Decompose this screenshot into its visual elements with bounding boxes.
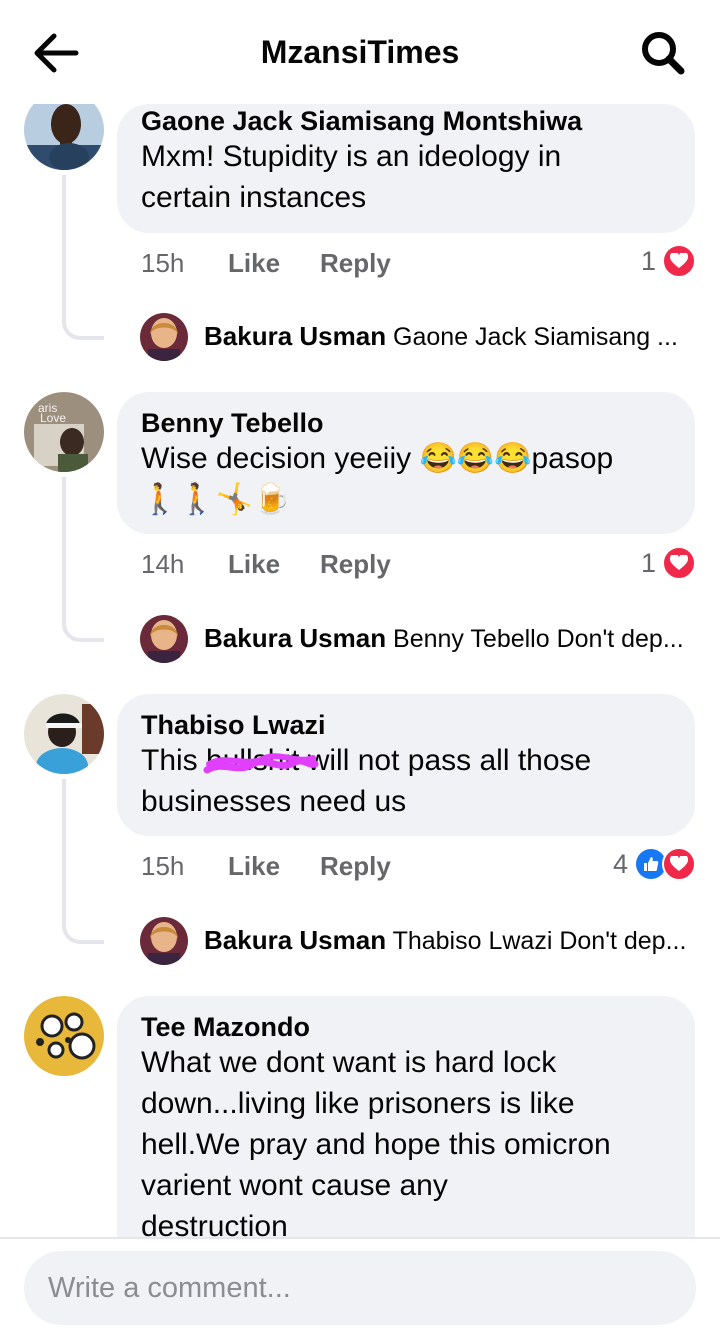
reply-text: Bakura Usman Benny Tebello Don't dep... xyxy=(204,623,696,654)
reply-preview[interactable]: Bakura Usman Benny Tebello Don't dep... xyxy=(140,615,700,665)
comment-bubble[interactable]: Gaone Jack Siamisang Montshiwa Mxm! Stup… xyxy=(117,104,695,233)
reaction-count: 1 xyxy=(640,547,656,578)
search-button[interactable] xyxy=(636,28,690,78)
reply-snippet: Benny Tebello Don't dep... xyxy=(393,625,684,653)
reply-author[interactable]: Bakura Usman xyxy=(204,321,386,351)
comment-composer xyxy=(0,1237,720,1336)
comment-author[interactable]: Gaone Jack Siamisang Montshiwa xyxy=(141,106,671,136)
avatar[interactable]: aris Love xyxy=(24,392,104,472)
comment-time: 15h xyxy=(141,248,185,278)
thread-branch xyxy=(62,310,104,340)
reply-button[interactable]: Reply xyxy=(320,248,391,279)
comment-author[interactable]: Benny Tebello xyxy=(141,408,671,438)
comment-author[interactable]: Thabiso Lwazi xyxy=(141,710,671,740)
thread-branch xyxy=(62,914,104,944)
reply-preview[interactable]: Bakura Usman Thabiso Lwazi Don't dep... xyxy=(140,917,700,967)
comment-text: Wise decision yeeiiy 😂😂😂pasop 🚶🚶🤸🍺 xyxy=(141,442,614,516)
like-button[interactable]: Like xyxy=(228,549,280,580)
comment-author[interactable]: Tee Mazondo xyxy=(141,1012,671,1042)
redaction-scribble xyxy=(203,753,319,774)
comment-bubble[interactable]: Benny Tebello Wise decision yeeiiy 😂😂😂pa… xyxy=(117,392,695,534)
reply-snippet: Gaone Jack Siamisang ... xyxy=(393,323,678,351)
comment-time: 15h xyxy=(141,851,185,881)
reply-button[interactable]: Reply xyxy=(320,549,391,580)
comment-time: 14h xyxy=(141,549,185,579)
top-bar: MzansiTimes xyxy=(0,0,720,104)
svg-text:Love: Love xyxy=(40,411,66,425)
reply-preview[interactable]: Bakura Usman Gaone Jack Siamisang ... xyxy=(140,313,700,363)
reply-button[interactable]: Reply xyxy=(320,851,391,882)
like-button[interactable]: Like xyxy=(228,248,280,279)
heart-icon xyxy=(662,847,696,881)
thread-line xyxy=(62,477,66,617)
reaction-count: 1 xyxy=(640,245,656,276)
reply-author[interactable]: Bakura Usman xyxy=(204,623,386,653)
comment-text: Mxm! Stupidity is an ideology in certain… xyxy=(141,140,562,214)
avatar[interactable] xyxy=(140,917,188,965)
like-button[interactable]: Like xyxy=(228,851,280,882)
reaction-summary[interactable]: 1 xyxy=(641,543,696,583)
avatar[interactable] xyxy=(24,694,104,774)
comment-text: What we dont want is hard lock down...li… xyxy=(141,1046,611,1243)
comment-bubble[interactable]: Thabiso Lwazi This bullshit will not pas… xyxy=(117,694,695,836)
reply-text: Bakura Usman Thabiso Lwazi Don't dep... xyxy=(204,925,696,956)
thread-line xyxy=(62,175,66,315)
reply-snippet: Thabiso Lwazi Don't dep... xyxy=(392,927,687,955)
thread-branch xyxy=(62,612,104,642)
thread-line xyxy=(62,779,66,919)
heart-icon xyxy=(662,244,696,278)
page-title: MzansiTimes xyxy=(260,34,460,70)
avatar[interactable] xyxy=(140,313,188,361)
avatar[interactable] xyxy=(140,615,188,663)
avatar[interactable] xyxy=(24,996,104,1076)
reply-text: Bakura Usman Gaone Jack Siamisang ... xyxy=(204,321,696,352)
reaction-count: 4 xyxy=(612,848,628,879)
reply-author[interactable]: Bakura Usman xyxy=(204,925,386,955)
search-icon xyxy=(642,32,685,75)
comment-input[interactable] xyxy=(24,1251,696,1325)
reaction-summary[interactable]: 1 xyxy=(641,241,696,281)
reaction-summary[interactable]: 4 xyxy=(613,844,696,884)
heart-icon xyxy=(662,546,696,580)
